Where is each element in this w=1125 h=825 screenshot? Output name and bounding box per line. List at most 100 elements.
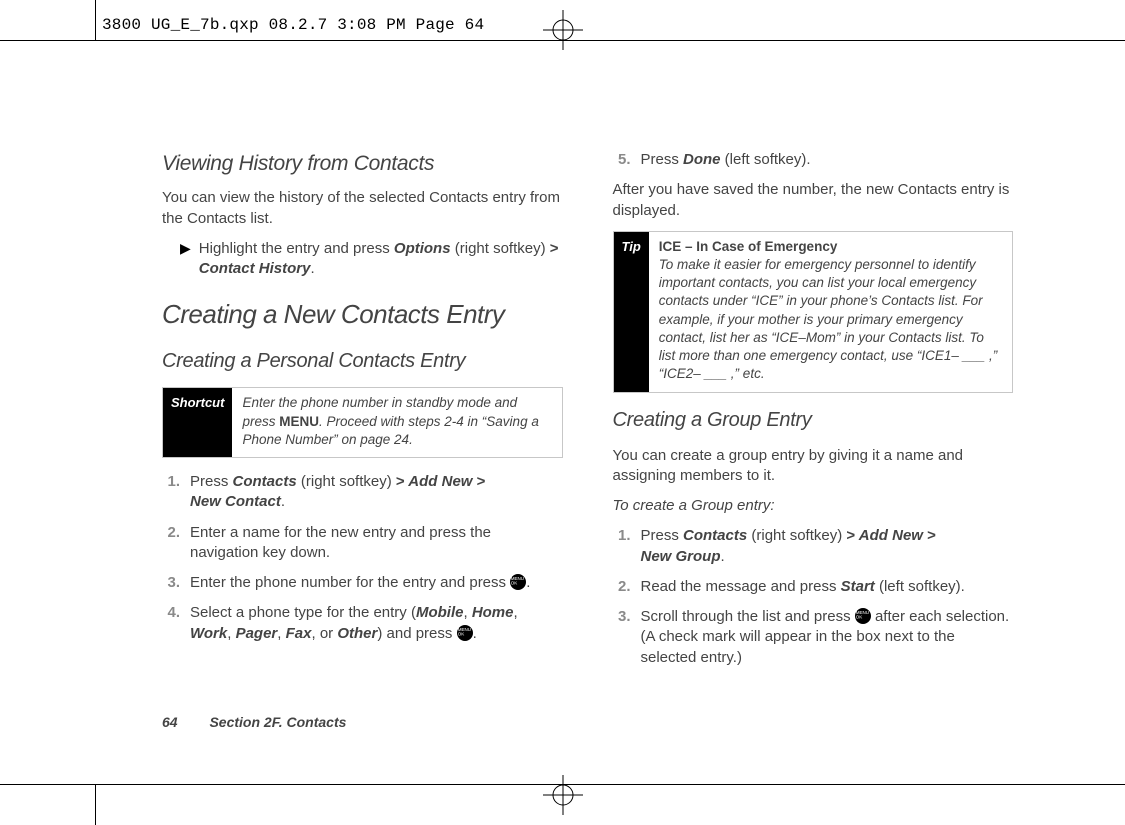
text: . bbox=[473, 625, 477, 642]
label-other: Other bbox=[337, 625, 377, 642]
text: (right softkey) bbox=[747, 527, 846, 544]
label-fax: Fax bbox=[286, 625, 312, 642]
registration-mark-bottom bbox=[543, 775, 583, 815]
text: (right softkey) bbox=[297, 473, 396, 490]
para: After you have saved the number, the new… bbox=[613, 180, 1014, 221]
text: Highlight the entry and press bbox=[199, 240, 394, 257]
step-text: Enter a name for the new entry and press… bbox=[190, 523, 563, 564]
step-number: 5. bbox=[613, 150, 631, 170]
step-text: Scroll through the list and press MENU O… bbox=[641, 607, 1014, 668]
step-text: Press Contacts (right softkey) > Add New… bbox=[641, 526, 936, 567]
bullet-item: ▶ Highlight the entry and press Options … bbox=[180, 239, 563, 280]
label-contacts: Contacts bbox=[233, 473, 297, 490]
label-menu: MENU bbox=[279, 414, 319, 429]
label-home: Home bbox=[472, 604, 514, 621]
text: Press bbox=[641, 151, 684, 168]
label-new-group: New Group bbox=[641, 548, 721, 565]
text: (left softkey). bbox=[875, 578, 965, 595]
step-item: 5. Press Done (left softkey). bbox=[613, 150, 1014, 170]
step-number: 3. bbox=[162, 573, 180, 593]
step-number: 1. bbox=[162, 472, 180, 513]
step-text: Press Done (left softkey). bbox=[641, 150, 811, 170]
menu-ok-icon: MENU OK bbox=[457, 625, 473, 641]
text: . bbox=[721, 548, 725, 565]
label-options: Options bbox=[394, 240, 451, 257]
text: (right softkey) bbox=[451, 240, 550, 257]
text: Press bbox=[190, 473, 233, 490]
step-text: Enter the phone number for the entry and… bbox=[190, 573, 530, 593]
gt-icon: > bbox=[477, 473, 486, 490]
heading-viewing-history: Viewing History from Contacts bbox=[162, 150, 563, 178]
step-number: 3. bbox=[613, 607, 631, 668]
registration-mark-top bbox=[543, 10, 583, 50]
label-new-contact: New Contact bbox=[190, 493, 281, 510]
step-number: 4. bbox=[162, 603, 180, 644]
text: . bbox=[281, 493, 285, 510]
step-number: 1. bbox=[613, 526, 631, 567]
step-number: 2. bbox=[613, 577, 631, 597]
heading-creating-personal-contacts: Creating a Personal Contacts Entry bbox=[162, 348, 563, 375]
step-item: 1. Press Contacts (right softkey) > Add … bbox=[613, 526, 1014, 567]
label-mobile: Mobile bbox=[416, 604, 464, 621]
label-add-new: Add New bbox=[405, 473, 477, 490]
text: , or bbox=[311, 625, 337, 642]
lead-in: To create a Group entry: bbox=[613, 496, 1014, 516]
gt-icon: > bbox=[927, 527, 936, 544]
gt-icon: > bbox=[396, 473, 405, 490]
para: You can create a group entry by giving i… bbox=[613, 446, 1014, 487]
text: Read the message and press bbox=[641, 578, 841, 595]
text: (left softkey). bbox=[721, 151, 811, 168]
text: Select a phone type for the entry ( bbox=[190, 604, 416, 621]
step-item: 2. Read the message and press Start (lef… bbox=[613, 577, 1014, 597]
text: . bbox=[526, 574, 530, 591]
crop-tick bbox=[95, 0, 96, 40]
text: Press bbox=[641, 527, 684, 544]
steps-list: 1. Press Contacts (right softkey) > Add … bbox=[162, 472, 563, 644]
callout-tip: Tip ICE – In Case of Emergency To make i… bbox=[613, 231, 1014, 393]
tip-title: ICE – In Case of Emergency bbox=[659, 239, 838, 254]
text: , bbox=[514, 604, 518, 621]
right-column: 5. Press Done (left softkey). After you … bbox=[613, 150, 1014, 735]
label-pager: Pager bbox=[236, 625, 278, 642]
step-text: Select a phone type for the entry (Mobil… bbox=[190, 603, 563, 644]
page-footer: 64 Section 2F. Contacts bbox=[162, 714, 346, 730]
text: Scroll through the list and press bbox=[641, 608, 855, 625]
gt-icon: > bbox=[846, 527, 855, 544]
text: ) and press bbox=[377, 625, 456, 642]
menu-ok-icon: MENU OK bbox=[510, 574, 526, 590]
step-item: 3. Scroll through the list and press MEN… bbox=[613, 607, 1014, 668]
text: , bbox=[277, 625, 285, 642]
label-contacts: Contacts bbox=[683, 527, 747, 544]
label-start: Start bbox=[841, 578, 875, 595]
callout-body: ICE – In Case of Emergency To make it ea… bbox=[649, 232, 1012, 392]
step-text: Read the message and press Start (left s… bbox=[641, 577, 965, 597]
label-done: Done bbox=[683, 151, 721, 168]
heading-creating-new-contacts: Creating a New Contacts Entry bbox=[162, 297, 563, 332]
step-text: Press Contacts (right softkey) > Add New… bbox=[190, 472, 485, 513]
gt-icon: > bbox=[550, 240, 559, 257]
callout-tag-tip: Tip bbox=[614, 232, 649, 392]
step-item: 4. Select a phone type for the entry (Mo… bbox=[162, 603, 563, 644]
steps-list: 5. Press Done (left softkey). bbox=[613, 150, 1014, 170]
text: . bbox=[310, 260, 314, 277]
step-item: 2. Enter a name for the new entry and pr… bbox=[162, 523, 563, 564]
text: Enter the phone number for the entry and… bbox=[190, 574, 510, 591]
page-content: Viewing History from Contacts You can vi… bbox=[162, 150, 1013, 735]
section-label: Section 2F. Contacts bbox=[209, 714, 346, 730]
label-contact-history: Contact History bbox=[199, 260, 311, 277]
text: , bbox=[227, 625, 235, 642]
label-add-new: Add New bbox=[855, 527, 927, 544]
page-number: 64 bbox=[162, 714, 178, 730]
label-work: Work bbox=[190, 625, 227, 642]
step-item: 3. Enter the phone number for the entry … bbox=[162, 573, 563, 593]
callout-body: Enter the phone number in standby mode a… bbox=[232, 388, 561, 457]
callout-shortcut: Shortcut Enter the phone number in stand… bbox=[162, 387, 563, 458]
bullet-triangle-icon: ▶ bbox=[180, 239, 191, 280]
crop-tick bbox=[95, 785, 96, 825]
heading-creating-group-entry: Creating a Group Entry bbox=[613, 407, 1014, 434]
left-column: Viewing History from Contacts You can vi… bbox=[162, 150, 563, 735]
bullet-text: Highlight the entry and press Options (r… bbox=[199, 239, 563, 280]
steps-list: 1. Press Contacts (right softkey) > Add … bbox=[613, 526, 1014, 668]
para: You can view the history of the selected… bbox=[162, 188, 563, 229]
step-number: 2. bbox=[162, 523, 180, 564]
